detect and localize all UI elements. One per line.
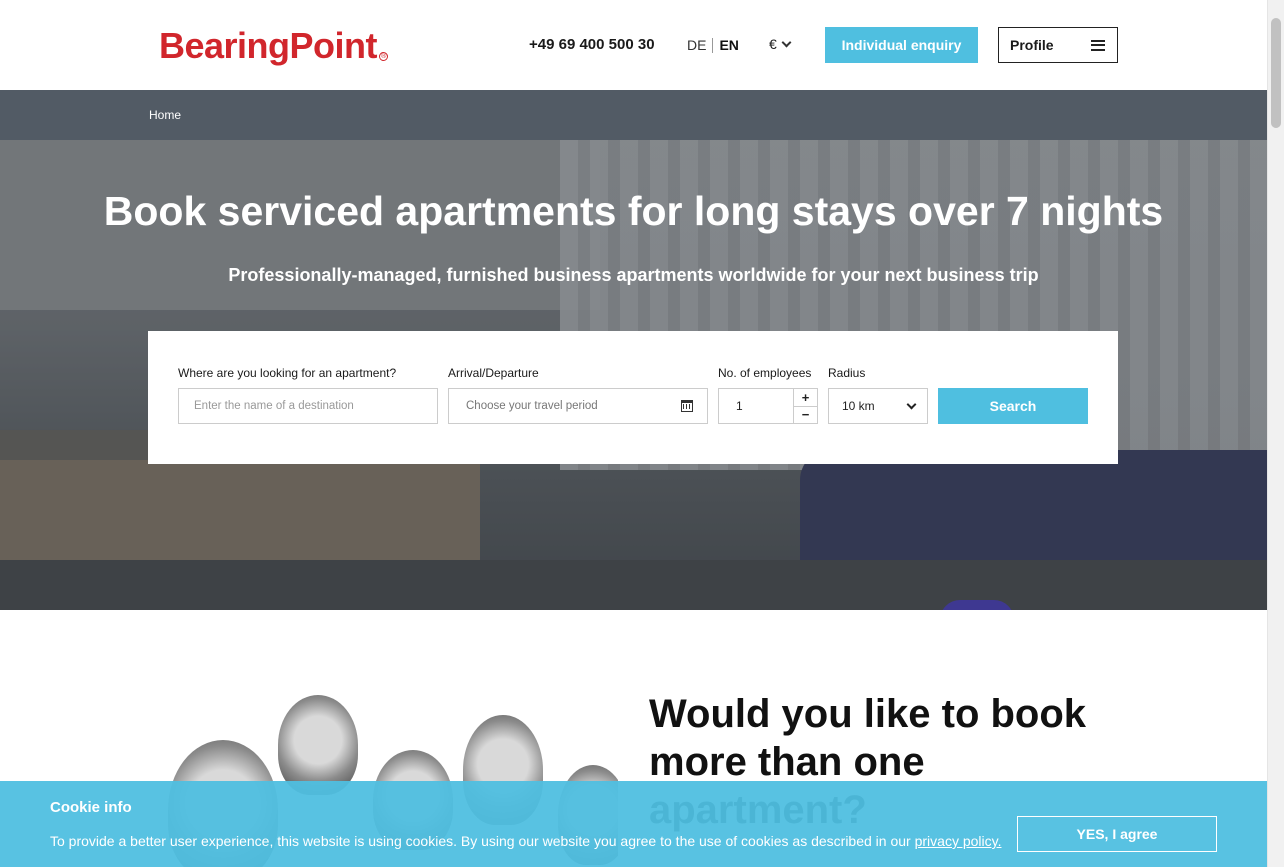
cookie-title: Cookie info (50, 799, 132, 816)
page-scrollbar[interactable] (1267, 0, 1284, 867)
scrollbar-thumb[interactable] (1271, 18, 1281, 128)
hamburger-menu-icon (1091, 39, 1105, 51)
currency-label: € (769, 36, 777, 52)
increment-button[interactable]: + (794, 389, 817, 407)
phone-number[interactable]: +49 69 400 500 30 (529, 36, 655, 53)
cookie-banner: Cookie info To provide a better user exp… (0, 781, 1267, 867)
decrement-button[interactable]: − (794, 407, 817, 424)
hero-subtitle: Professionally-managed, furnished busine… (228, 265, 1039, 285)
stepper-buttons: + − (793, 389, 817, 423)
employees-label: No. of employees (718, 366, 812, 380)
cookie-text: To provide a better user experience, thi… (50, 833, 1001, 849)
radius-value: 10 km (842, 399, 875, 413)
photo-person (278, 695, 358, 795)
employees-input[interactable]: 1 (719, 389, 793, 423)
radius-label: Radius (828, 366, 866, 380)
destination-input[interactable]: Enter the name of a destination (178, 388, 438, 424)
bearingpoint-logo[interactable]: BearingPoint ® (159, 25, 389, 66)
logo-text: BearingPoint (159, 25, 378, 66)
destination-label: Where are you looking for an apartment? (178, 366, 397, 380)
privacy-policy-link[interactable]: privacy policy. (915, 833, 1002, 849)
lang-de-link[interactable]: DE (687, 37, 706, 53)
travel-period-input[interactable]: Choose your travel period (448, 388, 708, 424)
calendar-icon (681, 400, 693, 412)
cookie-accept-button[interactable]: YES, I agree (1017, 816, 1217, 852)
apartment-search-form: Where are you looking for an apartment? … (148, 331, 1118, 464)
cookie-message: To provide a better user experience, thi… (50, 833, 915, 849)
lang-en-link[interactable]: EN (719, 37, 738, 53)
chevron-down-icon (781, 37, 792, 47)
destination-placeholder: Enter the name of a destination (194, 400, 354, 412)
hero-title: Book serviced apartments for long stays … (103, 188, 1164, 234)
individual-enquiry-button[interactable]: Individual enquiry (825, 27, 978, 63)
breadcrumb-home-link[interactable]: Home (149, 108, 181, 122)
dates-label: Arrival/Departure (448, 366, 539, 380)
chevron-down-icon (906, 399, 917, 409)
dates-placeholder: Choose your travel period (466, 400, 598, 412)
currency-dropdown[interactable]: € (769, 36, 792, 52)
lang-divider (712, 37, 714, 53)
profile-button[interactable]: Profile (998, 27, 1118, 63)
search-button[interactable]: Search (938, 388, 1088, 424)
profile-label: Profile (1010, 37, 1054, 53)
language-switcher: DE EN (687, 37, 739, 53)
employees-stepper: 1 + − (718, 388, 818, 424)
radius-select[interactable]: 10 km (828, 388, 928, 424)
registered-mark: ® (379, 52, 389, 61)
site-header: BearingPoint ® +49 69 400 500 30 DE EN € … (0, 0, 1267, 90)
breadcrumb-bar: Home (0, 90, 1267, 140)
